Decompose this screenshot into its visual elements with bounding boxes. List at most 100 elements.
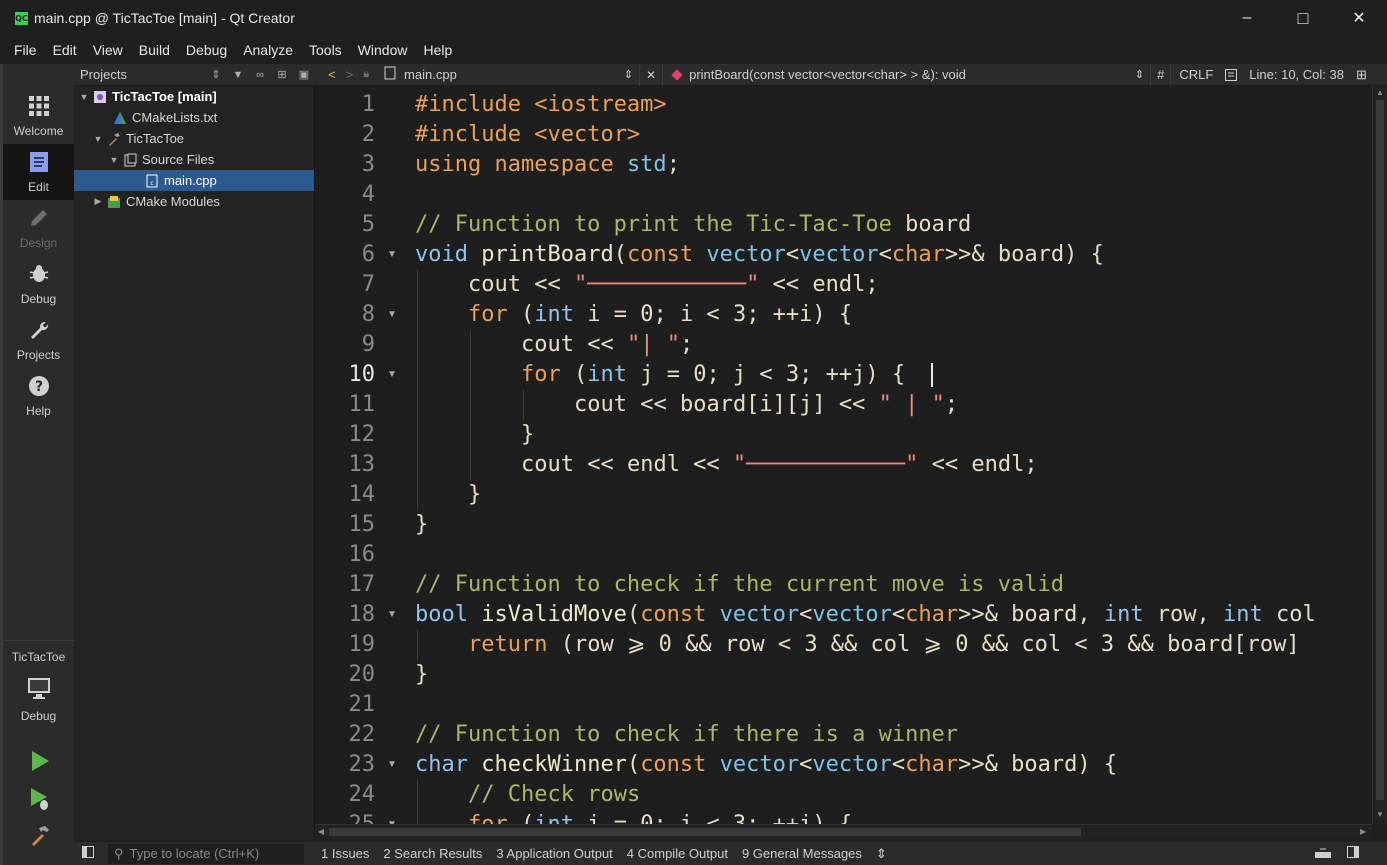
fold-marker-icon[interactable]: ▼ [387,810,397,824]
menu-debug[interactable]: Debug [178,38,235,62]
progress-toggle-icon[interactable] [1315,846,1331,861]
back-arrow-icon[interactable]: < [323,67,341,82]
vertical-scrollbar[interactable]: ▲ ▼ [1372,86,1387,824]
menu-tools[interactable]: Tools [301,38,350,62]
symbol-selector[interactable]: printBoard(const vector<vector<char> > &… [663,63,1152,86]
fold-marker-icon[interactable]: ▼ [387,300,397,330]
menu-view[interactable]: View [85,38,131,62]
code-line[interactable]: for (int i = 0; i < 3; ++i) { [468,300,852,330]
close-pane-icon[interactable]: ▣ [293,68,315,81]
run-button[interactable] [25,748,55,776]
mode-edit[interactable]: Edit [3,144,74,200]
menu-build[interactable]: Build [131,38,178,62]
mode-projects[interactable]: Projects [3,312,74,368]
maximize-button[interactable]: □ [1275,0,1331,36]
vertical-scroll-thumb[interactable] [1376,100,1384,800]
menu-edit[interactable]: Edit [45,38,85,62]
code-line[interactable]: cout << board[i][j] << " | "; [574,390,958,420]
kit-selector[interactable]: Debug [3,670,74,730]
expand-arrow-icon[interactable]: ▶ [92,196,104,207]
pane-general-messages[interactable]: 9 General Messages [735,846,869,862]
code-line[interactable]: // Check rows [468,780,640,810]
code-token: j = 0; j < 3; ++j) { [640,362,906,387]
locator-input[interactable]: ⚲ Type to locate (Ctrl+K) [108,843,304,864]
code-line[interactable]: } [521,420,534,450]
menu-window[interactable]: Window [350,38,416,62]
close-document-button[interactable]: ✕ [640,63,664,86]
pane-issues[interactable]: 1 Issues [314,846,376,862]
file-selector[interactable]: main.cpp ⇕ [378,63,641,86]
pane-search-results[interactable]: 2 Search Results [376,846,489,862]
code-line[interactable]: // Function to check if the current move… [415,570,1064,600]
cursor-position[interactable]: Line: 10, Col: 38 [1241,64,1352,86]
scroll-up-icon[interactable]: ▲ [1376,88,1384,97]
forward-arrow-icon[interactable]: > [341,67,359,82]
right-sidebar-toggle-icon[interactable] [1347,846,1359,861]
tree-item-cmake-modules[interactable]: ▶ CMake Modules [74,191,314,212]
more-panes-button[interactable]: ⇕ [869,846,894,862]
expand-arrow-icon[interactable]: ▼ [92,134,104,144]
build-button[interactable] [25,822,55,850]
updown-icon[interactable]: ⇕ [205,68,227,81]
code-line[interactable]: } [468,480,481,510]
outline-toggle-icon[interactable] [1221,64,1241,86]
code-line[interactable]: #include <iostream> [415,90,667,120]
minimize-button[interactable]: – [1219,0,1275,36]
horizontal-scroll-thumb[interactable] [329,828,1081,836]
code-line[interactable]: cout << "| "; [521,330,693,360]
mode-debug[interactable]: Debug [3,256,74,312]
hash-button[interactable]: # [1151,63,1172,86]
split-icon[interactable]: ⊞ [1352,64,1371,86]
fold-marker-icon[interactable]: ▼ [387,600,397,630]
code-line[interactable]: char checkWinner(const vector<vector<cha… [415,750,1117,780]
menu-help[interactable]: Help [415,38,460,62]
tree-item-target[interactable]: ▼ TicTacToe [74,128,314,149]
close-button[interactable]: ✕ [1331,0,1387,36]
code-area[interactable]: #include <iostream> #include <vector> usin… [415,86,1372,824]
code-line[interactable]: for (int i = 0; i < 3; ++i) { [468,810,852,824]
fold-marker-icon[interactable]: ▼ [387,750,397,780]
code-line[interactable]: } [415,510,428,540]
pane-application-output[interactable]: 3 Application Output [489,846,619,862]
projects-view-selector[interactable]: Projects [80,67,205,82]
horizontal-scrollbar[interactable]: ◀ ▶ [315,824,1372,839]
code-token: void [415,242,482,267]
code-line[interactable]: #include <vector> [415,120,640,150]
tree-item-project[interactable]: ▼ TicTacToe [main] [74,86,314,107]
fold-marker-icon[interactable]: ▼ [387,240,397,270]
code-token: >>& board) { [958,752,1118,777]
menu-file[interactable]: File [6,38,45,62]
code-line[interactable]: } [415,660,428,690]
expand-arrow-icon[interactable]: ▼ [108,155,120,165]
sidebar-toggle-icon[interactable] [82,846,94,861]
code-line[interactable]: // Function to print the Tic-Tac-Toe boa… [415,210,971,240]
tree-item-main-cpp[interactable]: c main.cpp [74,170,314,191]
code-line[interactable]: using namespace std; [415,150,680,180]
line-ending-selector[interactable]: CRLF [1171,64,1221,86]
debug-run-button[interactable] [25,786,55,814]
tree-item-cmakelists[interactable]: CMakeLists.txt [74,107,314,128]
code-editor[interactable]: 1 2 3 4 5 6 ▼ 7 8 ▼ 9 10 ▼ 11 12 13 14 15 16 17 18 ▼ 19 20 21 22 2… [315,86,1372,824]
mode-design[interactable]: Design [3,200,74,256]
expand-arrow-icon[interactable]: ▼ [78,92,90,102]
code-line[interactable]: void printBoard(const vector<vector<char… [415,240,1104,270]
tree-item-source-files[interactable]: ▼ Source Files [74,149,314,170]
menu-analyze[interactable]: Analyze [235,38,301,62]
fold-marker-icon[interactable]: ▼ [387,360,397,390]
scroll-left-icon[interactable]: ◀ [318,827,324,836]
mode-welcome[interactable]: Welcome [3,88,74,144]
filter-icon[interactable]: ▼ [227,69,249,81]
mode-help[interactable]: ? Help [3,368,74,424]
code-line[interactable]: cout << endl << "────────────" << endl; [521,450,1038,480]
pane-compile-output[interactable]: 4 Compile Output [620,846,735,862]
code-line[interactable]: // Function to check if there is a winne… [415,720,958,750]
code-line[interactable]: return (row ⩾ 0 && row < 3 && col ⩾ 0 &&… [468,630,1300,660]
project-icon [92,90,108,104]
split-icon[interactable]: ⊞ [271,68,293,81]
scroll-right-icon[interactable]: ▶ [1360,827,1366,836]
scroll-down-icon[interactable]: ▼ [1376,810,1384,819]
link-icon[interactable]: ∞ [249,69,271,81]
code-line[interactable]: for (int j = 0; j < 3; ++j) { [521,360,905,390]
code-line[interactable]: cout << "────────────" << endl; [468,270,879,300]
code-line[interactable]: bool isValidMove(const vector<vector<cha… [415,600,1316,630]
